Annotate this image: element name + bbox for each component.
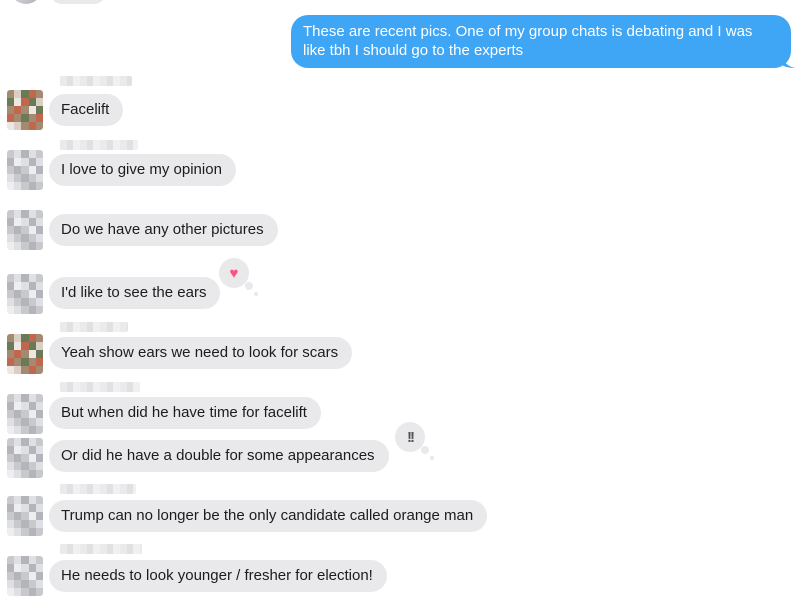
outgoing-message-bubble[interactable]: These are recent pics. One of my group c… bbox=[291, 15, 795, 68]
message-text: Facelift bbox=[61, 101, 110, 118]
sender-avatar bbox=[7, 210, 43, 250]
message-text: I love to give my opinion bbox=[61, 161, 222, 178]
sender-avatar bbox=[7, 334, 43, 374]
incoming-message-bubble[interactable]: Yeah show ears we need to look for scars bbox=[49, 337, 353, 369]
message-text: I'd like to see the ears bbox=[61, 284, 207, 301]
message-text: He needs to look younger / fresher for e… bbox=[61, 567, 373, 584]
incoming-message-bubble[interactable]: He needs to look younger / fresher for e… bbox=[49, 560, 387, 592]
message-text: But when did he have time for facelift bbox=[61, 404, 307, 421]
avatar bbox=[10, 0, 42, 4]
incoming-message-bubble[interactable]: Or did he have a double for some appeara… bbox=[49, 440, 389, 472]
sender-name-redacted bbox=[60, 322, 128, 332]
sender-avatar bbox=[7, 274, 43, 314]
message-text: Do we have any other pictures bbox=[61, 221, 264, 238]
incoming-message-bubble[interactable]: Trump can no longer be the only candidat… bbox=[49, 500, 488, 532]
chat-transcript: These are recent pics. One of my group c… bbox=[0, 0, 800, 608]
message-bubble-partial bbox=[50, 0, 106, 4]
sender-name-redacted bbox=[60, 484, 136, 494]
sender-name-redacted bbox=[60, 140, 138, 150]
incoming-message-bubble[interactable]: Do we have any other pictures bbox=[49, 214, 278, 246]
reaction-tapback[interactable]: !! bbox=[395, 422, 434, 460]
heart-icon: ♥ bbox=[229, 264, 239, 282]
double-exclamation-icon: !! bbox=[407, 428, 415, 446]
sender-avatar bbox=[7, 394, 43, 434]
message-text: Trump can no longer be the only candidat… bbox=[61, 507, 474, 524]
reaction-tapback[interactable]: ♥ bbox=[219, 258, 258, 296]
incoming-message-bubble[interactable]: I'd like to see the ears bbox=[49, 277, 221, 309]
incoming-message-bubble[interactable]: I love to give my opinion bbox=[49, 154, 236, 186]
sender-avatar bbox=[7, 496, 43, 536]
message-text: These are recent pics. One of my group c… bbox=[303, 23, 753, 59]
sender-avatar bbox=[7, 556, 43, 596]
sender-name-redacted bbox=[60, 76, 132, 86]
sender-name-redacted bbox=[60, 382, 140, 392]
incoming-message-bubble[interactable]: But when did he have time for facelift bbox=[49, 397, 321, 429]
sender-avatar bbox=[7, 90, 43, 130]
bubble-tail-icon bbox=[781, 54, 795, 68]
message-text: Or did he have a double for some appeara… bbox=[61, 447, 375, 464]
sender-avatar bbox=[7, 150, 43, 190]
sender-name-redacted bbox=[60, 544, 142, 554]
message-text: Yeah show ears we need to look for scars bbox=[61, 344, 339, 361]
incoming-message-bubble[interactable]: Facelift bbox=[49, 94, 124, 126]
sender-avatar bbox=[7, 438, 43, 478]
